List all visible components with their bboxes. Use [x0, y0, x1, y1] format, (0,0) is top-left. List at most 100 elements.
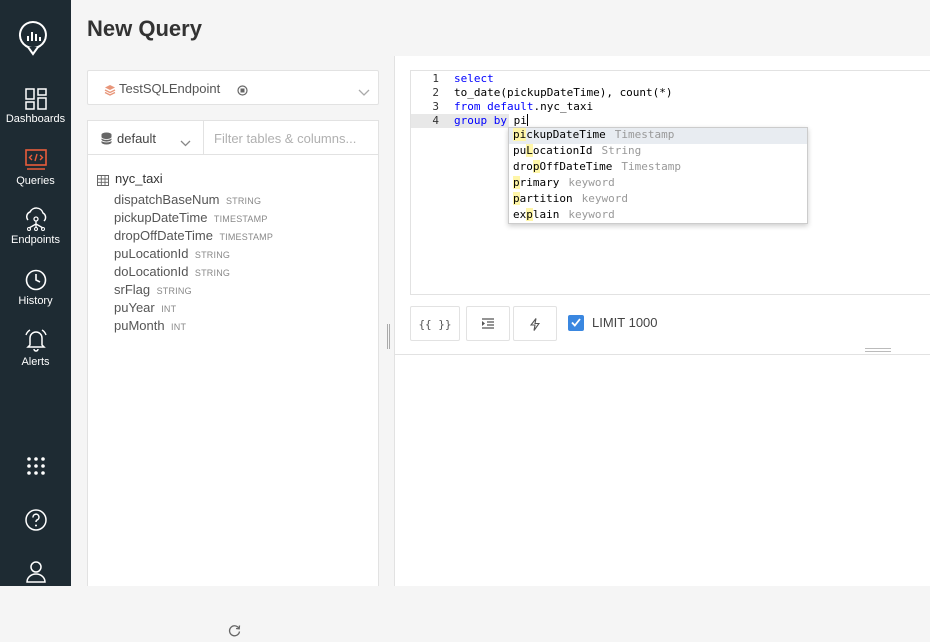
- ac-meta: Timestamp: [621, 160, 681, 173]
- column-item[interactable]: pickupDateTime TIMESTAMP: [114, 209, 273, 227]
- identifier-token: .nyc_taxi: [533, 100, 594, 113]
- autocomplete-item[interactable]: puLocationId String: [509, 144, 807, 160]
- ac-meta: keyword: [581, 192, 628, 205]
- column-item[interactable]: puMonth INT: [114, 317, 273, 335]
- autocomplete-item[interactable]: partition keyword: [509, 192, 807, 208]
- history-icon: [25, 269, 46, 291]
- chevron-down-icon: [180, 134, 191, 152]
- ac-text: OffDateTime: [539, 160, 613, 173]
- database-icon: [101, 132, 112, 150]
- refresh-schema-icon[interactable]: [228, 624, 241, 642]
- column-item[interactable]: dispatchBaseNum STRING: [114, 191, 273, 209]
- column-item[interactable]: srFlag STRING: [114, 281, 273, 299]
- column-name: dropOffDateTime: [114, 228, 213, 243]
- column-name: puYear: [114, 300, 155, 315]
- ac-text: rimary: [519, 176, 560, 189]
- endpoints-icon: [25, 207, 46, 231]
- column-type: STRING: [225, 196, 262, 206]
- help-button[interactable]: [0, 508, 71, 532]
- ac-meta: keyword: [568, 176, 615, 189]
- keyword-token: from: [454, 100, 481, 113]
- ac-meta: Timestamp: [614, 128, 675, 141]
- schema-panel: TestSQLEndpoint default Filter tables & …: [87, 70, 379, 637]
- ac-match: L: [526, 144, 533, 157]
- logo-icon[interactable]: [18, 20, 48, 56]
- column-name: dispatchBaseNum: [114, 192, 220, 207]
- autocomplete-toggle-button[interactable]: [513, 306, 557, 341]
- autocomplete-popup: pickupDateTime Timestamp puLocationId Stri…: [508, 127, 808, 224]
- ac-text: lain: [532, 208, 560, 221]
- checkmark-icon: [571, 318, 581, 327]
- autocomplete-item[interactable]: explain keyword: [509, 208, 807, 224]
- nav-history[interactable]: History: [0, 268, 71, 307]
- chevron-down-icon: [358, 84, 370, 102]
- ac-match: pi: [513, 128, 527, 141]
- dashboards-icon: [24, 88, 47, 110]
- page-title: New Query: [87, 16, 202, 41]
- limit-checkbox[interactable]: [568, 315, 584, 331]
- autocomplete-item[interactable]: dropOffDateTime Timestamp: [509, 160, 807, 176]
- column-type: STRING: [194, 250, 231, 260]
- code-line: select: [454, 72, 494, 85]
- nav-dashboards[interactable]: Dashboards: [0, 88, 71, 125]
- endpoint-status-icon: [237, 83, 248, 101]
- filter-tables-input[interactable]: [206, 123, 376, 153]
- left-nav: Dashboards Queries Endpoints History Ale…: [0, 0, 71, 586]
- text-caret: [526, 114, 528, 126]
- datasource-name: TestSQLEndpoint: [119, 81, 221, 96]
- database-select[interactable]: default: [88, 121, 204, 155]
- column-item[interactable]: doLocationId STRING: [114, 263, 273, 281]
- schema-browser: default nyc_taxi dispatchBaseNum ST: [87, 120, 379, 637]
- indent-icon: [482, 318, 494, 329]
- column-type: STRING: [156, 286, 192, 296]
- format-query-button[interactable]: [466, 306, 510, 341]
- nav-alerts[interactable]: Alerts: [0, 327, 71, 368]
- parameter-icon: {{ }}: [418, 318, 452, 331]
- sql-editor[interactable]: 1 2 3 4 select to_date(pickupDateTime), …: [410, 70, 930, 295]
- queries-icon: [24, 149, 47, 170]
- line-number: 3: [432, 100, 439, 113]
- column-type: TIMESTAMP: [219, 232, 274, 242]
- editor-resize-handle[interactable]: [865, 348, 891, 352]
- nav-label-queries: Queries: [16, 175, 55, 187]
- nav-queries[interactable]: Queries: [0, 148, 71, 187]
- autocomplete-item[interactable]: primary keyword: [509, 176, 807, 192]
- column-type: TIMESTAMP: [213, 214, 268, 224]
- user-profile-button[interactable]: [0, 560, 71, 584]
- panel-resize-handle[interactable]: [387, 324, 390, 349]
- apps-grid-button[interactable]: [0, 456, 71, 476]
- code-line: to_date(pickupDateTime), count(*): [454, 86, 673, 99]
- nav-label-history: History: [18, 295, 53, 307]
- column-item[interactable]: puLocationId STRING: [114, 245, 273, 263]
- table-icon: [97, 174, 109, 189]
- ac-meta: String: [601, 144, 642, 157]
- column-type: STRING: [194, 268, 231, 278]
- column-name: srFlag: [114, 282, 151, 297]
- ac-match: p: [513, 176, 520, 189]
- ac-text: artition: [519, 192, 573, 205]
- table-name: nyc_taxi: [115, 171, 163, 186]
- column-name: puLocationId: [114, 246, 189, 261]
- ac-match: p: [526, 208, 533, 221]
- code-line: from default.nyc_taxi: [454, 100, 593, 113]
- autocomplete-item[interactable]: pickupDateTime Timestamp: [509, 128, 807, 144]
- nav-label-endpoints: Endpoints: [11, 234, 60, 246]
- datasource-select[interactable]: TestSQLEndpoint: [87, 70, 379, 105]
- line-number: 4: [432, 114, 439, 127]
- datasource-stack-icon: [104, 83, 116, 101]
- query-editor-page: TestSQLEndpoint default Filter tables & …: [71, 56, 930, 637]
- nav-endpoints[interactable]: Endpoints: [0, 207, 71, 246]
- column-item[interactable]: puYear INT: [114, 299, 273, 317]
- keyword-token: group by: [454, 114, 507, 127]
- ac-text: ex: [513, 208, 527, 221]
- nav-label-dashboards: Dashboards: [5, 113, 66, 125]
- column-name: doLocationId: [114, 264, 189, 279]
- column-item[interactable]: dropOffDateTime TIMESTAMP: [114, 227, 273, 245]
- add-parameter-button[interactable]: {{ }}: [410, 306, 460, 341]
- ac-text: ckupDateTime: [526, 128, 606, 141]
- apps-grid-icon: [26, 457, 45, 475]
- ac-match: p: [513, 192, 520, 205]
- database-name: default: [117, 131, 157, 146]
- nav-label-alerts: Alerts: [21, 356, 50, 368]
- column-list: dispatchBaseNum STRING pickupDateTime TI…: [114, 191, 273, 335]
